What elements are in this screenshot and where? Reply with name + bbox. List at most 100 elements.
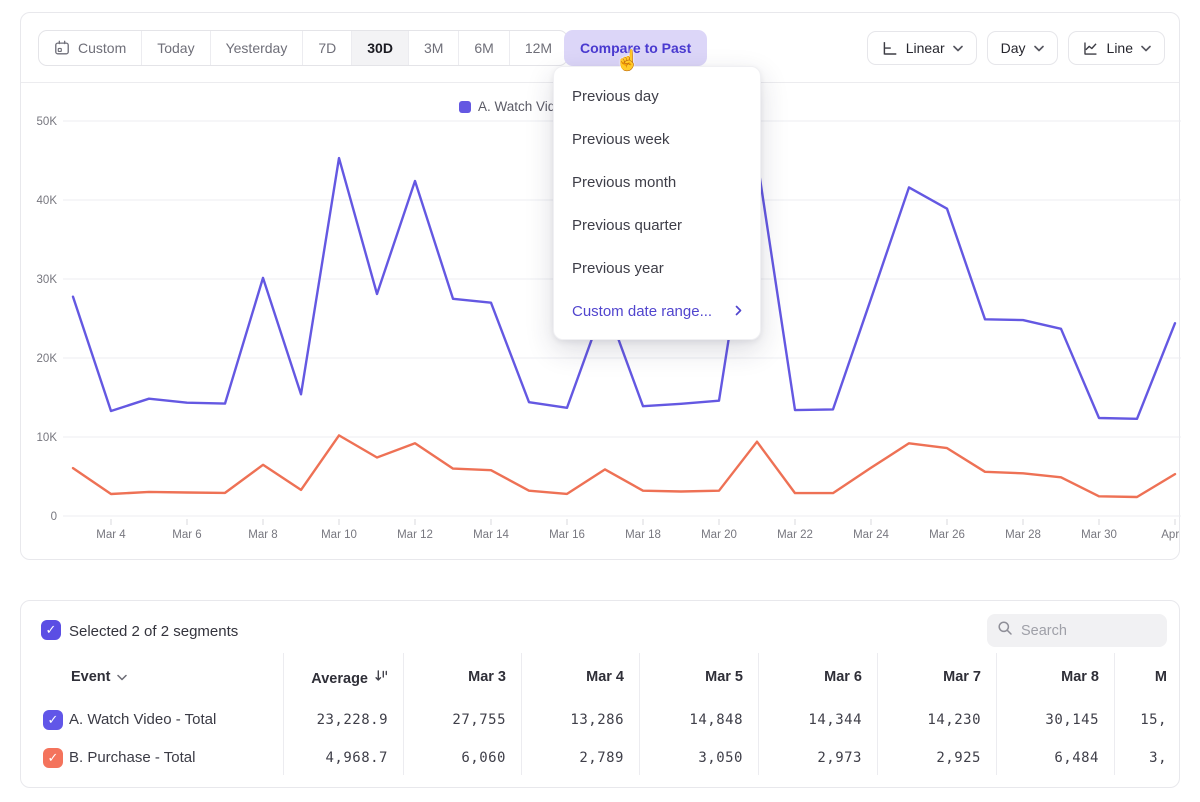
range-option-label: Today [157,40,194,56]
column-header-event[interactable]: Event [71,669,127,685]
column-divider [996,653,997,775]
custom-date-range-label: Custom date range... [572,303,712,320]
range-option-30d[interactable]: 30D [352,31,409,65]
chart-type-dropdown[interactable]: Line [1068,31,1165,65]
axis-scale-icon [881,40,898,57]
range-option-12m[interactable]: 12M [510,31,567,65]
x-axis-tick-label: Mar 12 [397,529,433,541]
table-cell: 3,050 [698,750,743,766]
column-divider [283,653,284,775]
table-cell: 6,484 [1054,750,1099,766]
compare-to-past-button[interactable]: Compare to Past [564,30,707,66]
x-axis-tick-label: Mar 14 [473,529,509,541]
segments-summary-label: Selected 2 of 2 segments [69,623,238,640]
range-option-3m[interactable]: 3M [409,31,459,65]
segment-label[interactable]: A. Watch Video - Total [69,711,216,728]
column-header-label: Mar 8 [1061,669,1099,685]
table-cell: 14,848 [689,712,743,728]
table-cell: 2,925 [936,750,981,766]
range-option-label: 12M [525,40,552,56]
y-axis-tick-label: 20K [37,353,58,365]
column-header-mar-7[interactable]: Mar 7 [943,669,981,685]
column-header-label: Mar 5 [705,669,743,685]
x-axis-tick-label: Mar 10 [321,529,357,541]
series-line-purchase [73,435,1175,497]
x-axis-tick-label: Mar 6 [172,529,201,541]
range-option-label: 3M [424,40,443,56]
column-divider [877,653,878,775]
x-axis-tick-label: Mar 22 [777,529,813,541]
menu-item-previous-month[interactable]: Previous month [554,161,760,204]
search-input[interactable] [1021,623,1151,639]
chevron-down-icon [1034,45,1044,52]
y-axis-tick-label: 50K [37,116,58,128]
column-header-average[interactable]: Average [311,669,388,687]
menu-item-previous-year[interactable]: Previous year [554,247,760,290]
y-axis-tick-label: 0 [51,511,57,523]
table-cell: 2,789 [579,750,624,766]
select-all-segments-checkbox[interactable]: ✓ [41,620,61,640]
table-cell: 2,973 [817,750,862,766]
segments-table-card: ✓ Selected 2 of 2 segments Event Average M… [20,600,1180,788]
chevron-down-icon [953,45,963,52]
x-axis-tick-label: Mar 24 [853,529,889,541]
column-header-m[interactable]: M [1155,669,1167,685]
chevron-down-icon [1141,45,1151,52]
granularity-dropdown[interactable]: Day [987,31,1058,65]
column-header-label: Event [71,669,111,685]
range-option-6m[interactable]: 6M [459,31,509,65]
column-divider [639,653,640,775]
scale-dropdown[interactable]: Linear [867,31,977,65]
column-header-mar-6[interactable]: Mar 6 [824,669,862,685]
menu-item-previous-week[interactable]: Previous week [554,118,760,161]
table-cell: 23,228.9 [317,712,388,728]
column-header-label: Mar 6 [824,669,862,685]
insights-report-page: Custom Today Yesterday 7D30D 3M 6M 12M Compare… [0,0,1200,802]
range-option-today[interactable]: Today [142,31,210,65]
chart-type-label: Line [1107,40,1133,56]
x-axis-tick-label: Apr 1 [1161,529,1181,541]
search-box [987,614,1167,647]
scale-label: Linear [906,40,945,56]
table-cell: 3, [1149,750,1167,766]
line-chart-icon [1082,40,1099,57]
granularity-label: Day [1001,40,1026,56]
segment-label[interactable]: B. Purchase - Total [69,749,195,766]
x-axis-tick-label: Mar 8 [248,529,277,541]
menu-item-previous-day[interactable]: Previous day [554,75,760,118]
column-header-label: Mar 7 [943,669,981,685]
x-axis-tick-label: Mar 30 [1081,529,1117,541]
column-header-mar-3[interactable]: Mar 3 [468,669,506,685]
table-cell: 13,286 [570,712,624,728]
column-divider [521,653,522,775]
table-cell: 6,060 [461,750,506,766]
segment-checkbox[interactable]: ✓ [43,710,63,730]
menu-item-previous-quarter[interactable]: Previous quarter [554,204,760,247]
range-option-custom[interactable]: Custom [39,31,142,65]
compare-to-past-label: Compare to Past [580,40,691,56]
segment-checkbox[interactable]: ✓ [43,748,63,768]
table-cell: 15, [1140,712,1167,728]
calendar-icon [54,40,70,56]
range-option-label: Yesterday [226,40,288,56]
column-divider [1114,653,1115,775]
compare-to-past-menu: Previous dayPrevious weekPrevious monthP… [553,66,761,340]
column-header-mar-8[interactable]: Mar 8 [1061,669,1099,685]
column-divider [758,653,759,775]
range-option-7d[interactable]: 7D [303,31,352,65]
y-axis-tick-label: 40K [37,195,58,207]
view-controls: Linear Day Line [867,31,1165,65]
y-axis-tick-label: 30K [37,274,58,286]
column-header-label: Mar 3 [468,669,506,685]
range-option-yesterday[interactable]: Yesterday [211,31,304,65]
table-cell: 27,755 [452,712,506,728]
date-range-control: Custom Today Yesterday 7D30D 3M 6M 12M [38,30,568,66]
column-header-label: Mar 4 [586,669,624,685]
column-divider [403,653,404,775]
menu-item-custom-date-range[interactable]: Custom date range... [554,290,760,333]
column-header-mar-4[interactable]: Mar 4 [586,669,624,685]
search-icon [997,620,1013,641]
x-axis-tick-label: Mar 28 [1005,529,1041,541]
x-axis-tick-label: Mar 16 [549,529,585,541]
column-header-mar-5[interactable]: Mar 5 [705,669,743,685]
